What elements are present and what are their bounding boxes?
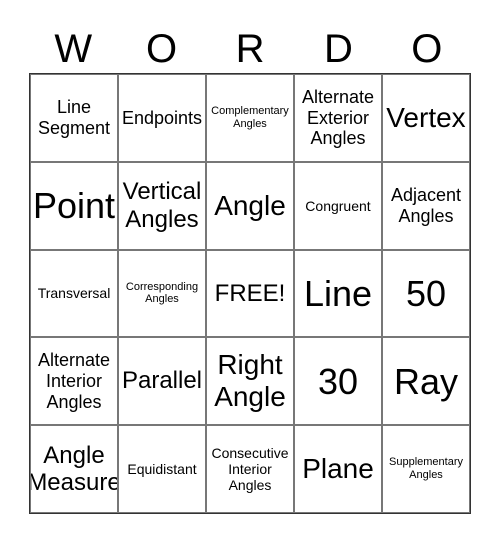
bingo-cell[interactable]: Angle Measure [30,425,118,513]
bingo-cell[interactable]: Angle [206,161,294,250]
bingo-cell[interactable]: Corresponding Angles [118,249,206,338]
bingo-cell[interactable]: Supplementary Angles [382,425,470,513]
bingo-cell[interactable]: Equidistant [118,425,206,513]
bingo-cell[interactable]: Line [294,249,382,338]
header-letter: O [411,27,443,71]
bingo-cell[interactable]: Complementary Angles [206,74,294,162]
header-letter: O [146,27,178,71]
bingo-cell[interactable]: Congruent [294,161,382,250]
bingo-cell[interactable]: Line Segment [30,74,118,162]
bingo-cell[interactable]: Vertical Angles [118,161,206,250]
header-letter: R [235,27,265,71]
bingo-cell[interactable]: Parallel [118,337,206,426]
bingo-cell[interactable]: Consecutive Interior Angles [206,425,294,513]
bingo-header: W O R D O [29,26,471,72]
bingo-grid: Line Segment Endpoints Complementary Angle… [29,73,471,514]
bingo-cell[interactable]: Adjacent Angles [382,161,470,250]
bingo-cell[interactable]: Ray [382,337,470,426]
bingo-cell[interactable]: Endpoints [118,74,206,162]
bingo-cell[interactable]: 30 [294,337,382,426]
bingo-cell[interactable]: Alternate Exterior Angles [294,74,382,162]
bingo-cell[interactable]: Plane [294,425,382,513]
header-letter: W [54,27,93,71]
header-letter: D [323,27,353,71]
free-space-cell[interactable]: FREE! [206,249,294,338]
bingo-cell[interactable]: Vertex [382,74,470,162]
bingo-cell[interactable]: Transversal [30,249,118,338]
bingo-cell[interactable]: Right Angle [206,337,294,426]
bingo-cell[interactable]: Point [30,161,118,250]
bingo-cell[interactable]: 50 [382,249,470,338]
bingo-cell[interactable]: Alternate Interior Angles [30,337,118,426]
